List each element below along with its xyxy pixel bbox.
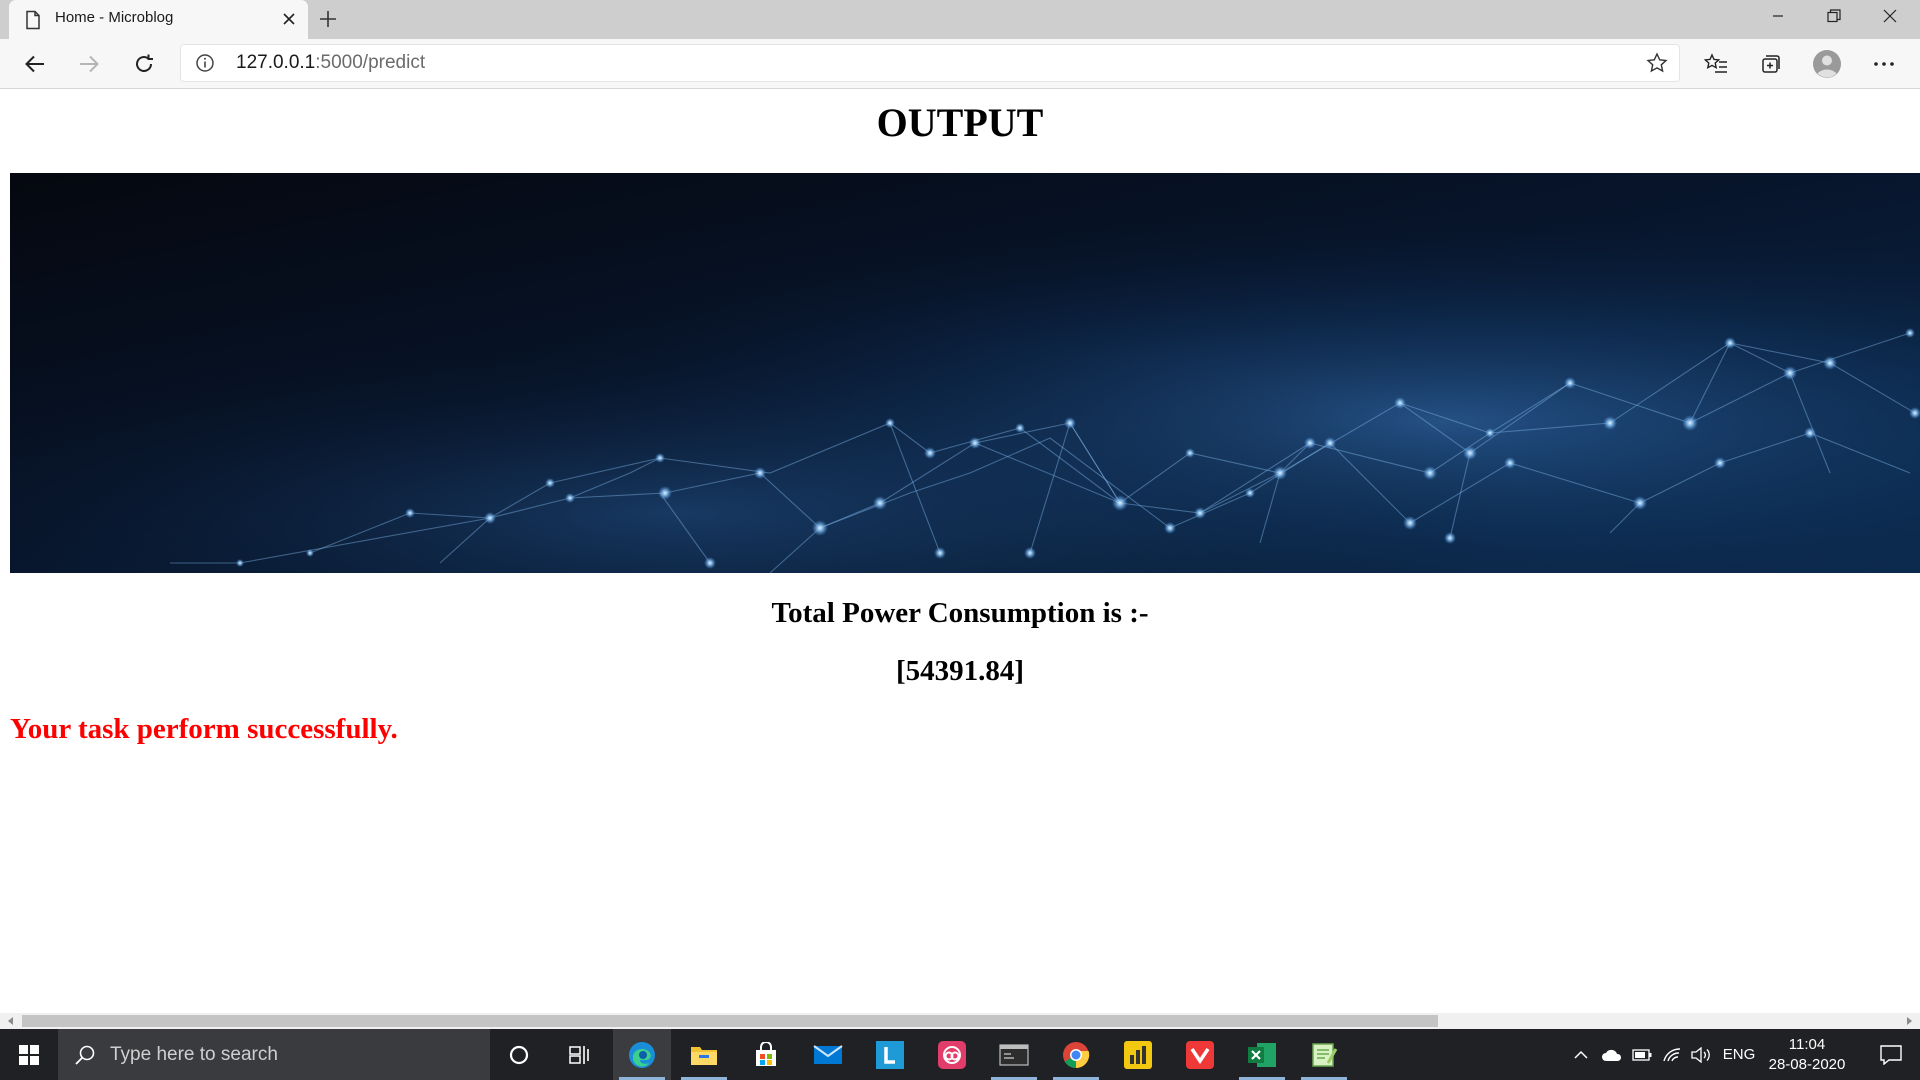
notepad-plus-icon[interactable] [1295,1029,1353,1080]
minimize-icon[interactable] [1750,0,1806,32]
file-explorer-icon[interactable] [675,1029,733,1080]
address-bar[interactable]: 127.0.0.1:5000/predict [180,44,1680,82]
favorite-star-icon[interactable] [1646,52,1668,74]
restore-icon[interactable] [1806,0,1862,32]
chrome-icon[interactable] [1047,1029,1105,1080]
more-options-icon[interactable] [1867,47,1901,81]
terminal-icon[interactable] [985,1029,1043,1080]
show-hidden-icons-chevron-icon[interactable] [1568,1029,1594,1080]
vivaldi-icon[interactable] [1171,1029,1229,1080]
profile-avatar-icon[interactable] [1810,47,1844,81]
clock-date: 28-08-2020 [1768,1056,1846,1073]
taskbar: Type here to search ENG 11:04 28-08-2020 [0,1029,1920,1080]
back-icon[interactable] [18,47,52,81]
volume-icon[interactable] [1688,1029,1716,1080]
scroll-left-icon[interactable] [6,1016,16,1026]
tab-strip: Home - Microblog [0,0,1920,39]
info-icon[interactable] [195,53,215,73]
close-window-icon[interactable] [1862,0,1918,32]
creative-cloud-icon[interactable] [923,1029,981,1080]
result-label: Total Power Consumption is :- [771,597,1149,629]
onedrive-icon[interactable] [1598,1029,1626,1080]
clock-time: 11:04 [1788,1036,1826,1053]
battery-icon[interactable] [1628,1029,1656,1080]
refresh-icon[interactable] [127,47,161,81]
result-value: [54391.84] [895,655,1025,687]
edge-icon[interactable] [613,1029,671,1080]
url-host: 127.0.0.1 [236,52,316,73]
start-windows-icon[interactable] [0,1029,58,1080]
page-icon [26,10,40,30]
mail-icon[interactable] [799,1029,857,1080]
page-content: OUTPUT Total Power Consumption is:- [54… [0,89,1920,1013]
tab-close-icon[interactable] [278,8,300,30]
network-banner-image [10,173,1920,573]
forward-icon[interactable] [72,47,106,81]
horizontal-scrollbar[interactable] [0,1013,1920,1029]
language-indicator[interactable]: ENG [1718,1029,1760,1080]
cortana-icon[interactable] [490,1029,548,1080]
tab-title: Home - Microblog [55,9,174,26]
url-text[interactable]: 127.0.0.1:5000/predict [236,52,425,74]
url-path: :5000/predict [315,52,426,73]
l-app-icon[interactable] [861,1029,919,1080]
search-icon [75,1045,95,1065]
page-title: OUTPUT [876,100,1044,145]
favorites-icon[interactable] [1699,47,1733,81]
scrollbar-thumb[interactable] [22,1015,1438,1027]
browser-toolbar: 127.0.0.1:5000/predict [0,39,1920,89]
power-bi-icon[interactable] [1109,1029,1167,1080]
clock[interactable]: 11:04 28-08-2020 [1762,1035,1852,1075]
browser-tab[interactable]: Home - Microblog [9,0,308,39]
search-placeholder: Type here to search [110,1044,278,1065]
new-tab-icon[interactable] [316,7,340,31]
status-message: Your task perform successfully. [10,713,398,745]
store-icon[interactable] [737,1029,795,1080]
task-view-icon[interactable] [551,1029,609,1080]
scroll-right-icon[interactable] [1904,1016,1914,1026]
excel-icon[interactable] [1233,1029,1291,1080]
taskbar-search-box[interactable]: Type here to search [58,1029,490,1080]
action-center-icon[interactable] [1862,1029,1920,1080]
wifi-icon[interactable] [1658,1029,1686,1080]
collections-icon[interactable] [1754,47,1788,81]
